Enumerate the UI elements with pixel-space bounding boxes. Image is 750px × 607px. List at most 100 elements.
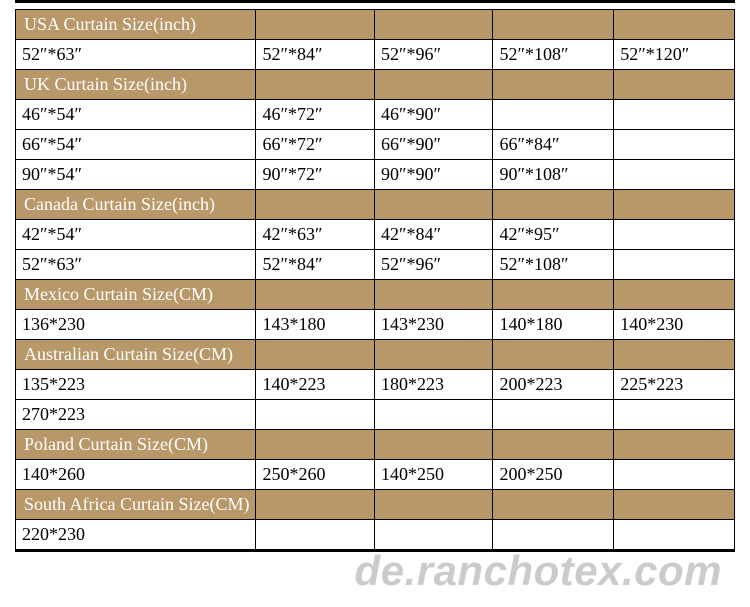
size-cell: 52″*96″ [374, 250, 493, 280]
header-cell [256, 430, 375, 460]
size-cell: 143*230 [374, 310, 493, 340]
header-cell [374, 190, 493, 220]
section-header: Mexico Curtain Size(CM) [16, 280, 735, 310]
size-cell: 270*223 [16, 400, 256, 430]
table-row: 270*223 [16, 400, 735, 430]
size-cell: 52″*120″ [614, 40, 735, 70]
size-cell: 52″*108″ [493, 250, 614, 280]
size-cell [493, 100, 614, 130]
header-cell [374, 490, 493, 520]
size-cell: 200*223 [493, 370, 614, 400]
section-header: USA Curtain Size(inch) [16, 10, 735, 40]
section-header: Australian Curtain Size(CM) [16, 340, 735, 370]
table-row: 140*260250*260140*250200*250 [16, 460, 735, 490]
size-cell: 52″*63″ [16, 250, 256, 280]
size-cell [614, 160, 735, 190]
size-cell: 180*223 [374, 370, 493, 400]
section-header: Canada Curtain Size(inch) [16, 190, 735, 220]
header-cell [374, 10, 493, 40]
header-cell [614, 190, 735, 220]
size-cell: 42″*95″ [493, 220, 614, 250]
header-cell [493, 70, 614, 100]
bottom-rule [15, 549, 735, 552]
header-cell [614, 340, 735, 370]
table-row: 220*230 [16, 520, 735, 550]
table-row: 52″*63″52″*84″52″*96″52″*108″ [16, 250, 735, 280]
section-title: UK Curtain Size(inch) [16, 70, 256, 100]
size-cell: 46″*54″ [16, 100, 256, 130]
header-cell [256, 490, 375, 520]
section-header: South Africa Curtain Size(CM) [16, 490, 735, 520]
header-cell [374, 430, 493, 460]
curtain-size-table: USA Curtain Size(inch) 52″*63″52″*84″52″… [15, 9, 735, 550]
section-header: UK Curtain Size(inch) [16, 70, 735, 100]
size-cell: 220*230 [16, 520, 256, 550]
size-cell: 140*230 [614, 310, 735, 340]
table-row: 135*223140*223180*223200*223225*223 [16, 370, 735, 400]
size-cell: 200*250 [493, 460, 614, 490]
size-cell: 140*223 [256, 370, 375, 400]
table-row: 42″*54″42″*63″42″*84″42″*95″ [16, 220, 735, 250]
table-row: 52″*63″52″*84″52″*96″52″*108″52″*120″ [16, 40, 735, 70]
size-cell [614, 250, 735, 280]
size-cell: 90″*72″ [256, 160, 375, 190]
section-header: Poland Curtain Size(CM) [16, 430, 735, 460]
section-title: USA Curtain Size(inch) [16, 10, 256, 40]
size-cell: 52″*84″ [256, 250, 375, 280]
table-row: 46″*54″46″*72″46″*90″ [16, 100, 735, 130]
table-row: 90″*54″90″*72″90″*90″90″*108″ [16, 160, 735, 190]
header-cell [256, 10, 375, 40]
section-title: South Africa Curtain Size(CM) [16, 490, 256, 520]
section-title: Poland Curtain Size(CM) [16, 430, 256, 460]
size-cell: 42″*63″ [256, 220, 375, 250]
size-cell: 90″*108″ [493, 160, 614, 190]
header-cell [374, 340, 493, 370]
size-cell [614, 520, 735, 550]
size-cell: 46″*90″ [374, 100, 493, 130]
size-cell [614, 460, 735, 490]
size-cell [614, 100, 735, 130]
header-cell [493, 280, 614, 310]
header-cell [374, 280, 493, 310]
size-cell: 66″*72″ [256, 130, 375, 160]
size-cell: 66″*90″ [374, 130, 493, 160]
header-cell [614, 280, 735, 310]
size-cell [256, 520, 375, 550]
size-cell: 52″*96″ [374, 40, 493, 70]
header-cell [614, 70, 735, 100]
header-cell [493, 490, 614, 520]
size-cell: 140*180 [493, 310, 614, 340]
size-cell: 52″*84″ [256, 40, 375, 70]
size-cell: 140*250 [374, 460, 493, 490]
header-cell [256, 280, 375, 310]
header-cell [493, 10, 614, 40]
size-cell: 250*260 [256, 460, 375, 490]
size-cell [614, 130, 735, 160]
top-rule [15, 0, 735, 3]
size-cell: 225*223 [614, 370, 735, 400]
header-cell [374, 70, 493, 100]
size-cell: 66″*54″ [16, 130, 256, 160]
size-cell [614, 220, 735, 250]
size-cell [374, 400, 493, 430]
size-cell: 140*260 [16, 460, 256, 490]
size-cell [256, 400, 375, 430]
size-cell [493, 520, 614, 550]
header-cell [256, 190, 375, 220]
size-cell: 52″*63″ [16, 40, 256, 70]
table-row: 136*230143*180143*230140*180140*230 [16, 310, 735, 340]
size-cell: 46″*72″ [256, 100, 375, 130]
size-cell: 42″*54″ [16, 220, 256, 250]
size-cell [614, 400, 735, 430]
header-cell [493, 430, 614, 460]
size-cell: 136*230 [16, 310, 256, 340]
size-cell: 135*223 [16, 370, 256, 400]
header-cell [493, 190, 614, 220]
header-cell [493, 340, 614, 370]
size-cell [374, 520, 493, 550]
header-cell [614, 430, 735, 460]
header-cell [614, 490, 735, 520]
section-title: Australian Curtain Size(CM) [16, 340, 256, 370]
size-cell: 66″*84″ [493, 130, 614, 160]
size-cell [493, 400, 614, 430]
